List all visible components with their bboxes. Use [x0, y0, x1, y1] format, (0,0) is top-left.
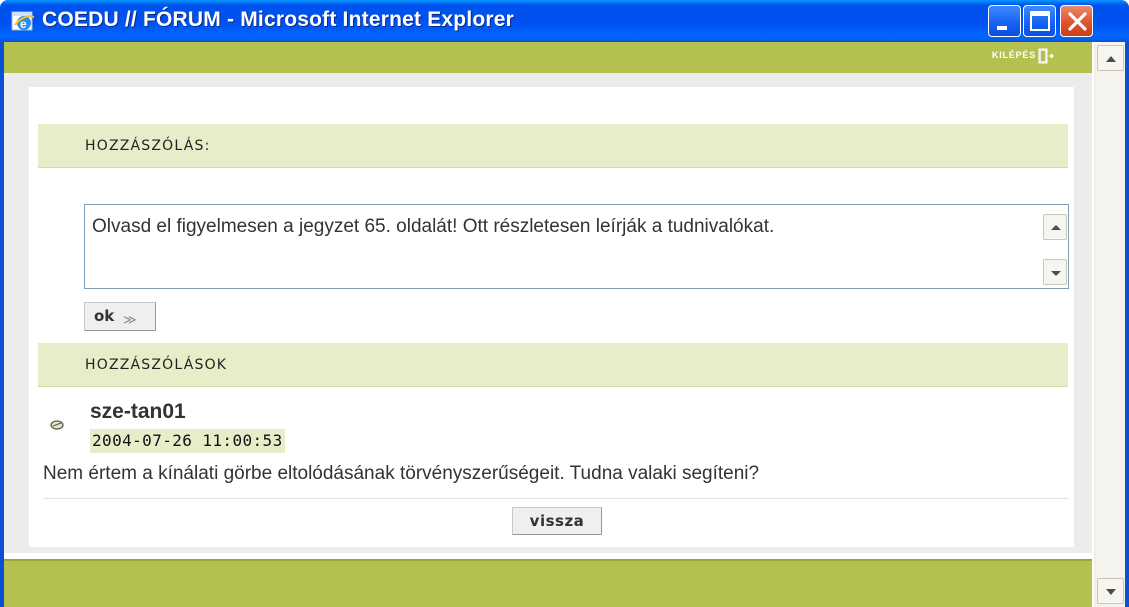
arrow-down-icon [1051, 271, 1061, 276]
browser-window: e COEDU // FÓRUM - Microsoft Internet Ex… [0, 0, 1129, 607]
reply-textarea-value: Olvasd el figyelmesen a jegyzet 65. olda… [92, 216, 775, 237]
maximize-icon [1030, 11, 1050, 31]
logout-link[interactable]: KILÉPÉS [992, 50, 1036, 60]
bottom-green-bar [4, 559, 1092, 607]
page-scrollbar[interactable] [1094, 42, 1125, 607]
exit-door-icon[interactable] [1038, 47, 1054, 67]
minimize-icon [997, 26, 1007, 30]
maximize-button[interactable] [1023, 5, 1056, 37]
ok-submit-button[interactable]: ok ≫ [84, 302, 156, 331]
textarea-scrollbar[interactable] [1043, 206, 1067, 287]
textarea-scroll-up[interactable] [1043, 214, 1067, 240]
comment-timestamp: 2004-07-26 11:00:53 [90, 429, 285, 453]
arrow-up-icon [1051, 225, 1061, 230]
divider [43, 498, 1069, 499]
scroll-down-button[interactable] [1097, 578, 1124, 604]
reply-textarea[interactable]: Olvasd el figyelmesen a jegyzet 65. olda… [84, 204, 1069, 289]
comment-text: Nem értem a kínálati görbe eltolódásának… [43, 463, 760, 484]
close-button[interactable] [1060, 5, 1093, 37]
page-viewport: KILÉPÉS HOZZÁSZÓLÁS: Olvasd el figyelmes… [4, 42, 1125, 607]
window-title: COEDU // FÓRUM - Microsoft Internet Expl… [42, 8, 514, 31]
arrow-up-icon [1106, 56, 1116, 62]
scroll-up-button[interactable] [1097, 45, 1124, 71]
minimize-button[interactable] [988, 5, 1021, 37]
ok-button-label: ok [94, 307, 115, 325]
close-icon [1068, 12, 1087, 31]
top-green-bar: KILÉPÉS [4, 42, 1092, 73]
textarea-scroll-down[interactable] [1043, 259, 1067, 285]
reply-section-header: HOZZÁSZÓLÁS: [38, 124, 1068, 168]
comment-author: sze-tan01 [90, 400, 186, 423]
chevron-down-icon: ≫ [123, 313, 137, 328]
comments-section-header: HOZZÁSZÓLÁSOK [38, 343, 1068, 387]
back-button[interactable]: vissza [512, 507, 602, 535]
internet-explorer-icon: e [11, 11, 35, 31]
forum-panel: HOZZÁSZÓLÁS: Olvasd el figyelmesen a jeg… [29, 87, 1074, 547]
arrow-down-icon [1106, 589, 1116, 595]
comment-bullet-icon [50, 420, 64, 430]
title-bar[interactable]: e COEDU // FÓRUM - Microsoft Internet Ex… [0, 0, 1129, 42]
